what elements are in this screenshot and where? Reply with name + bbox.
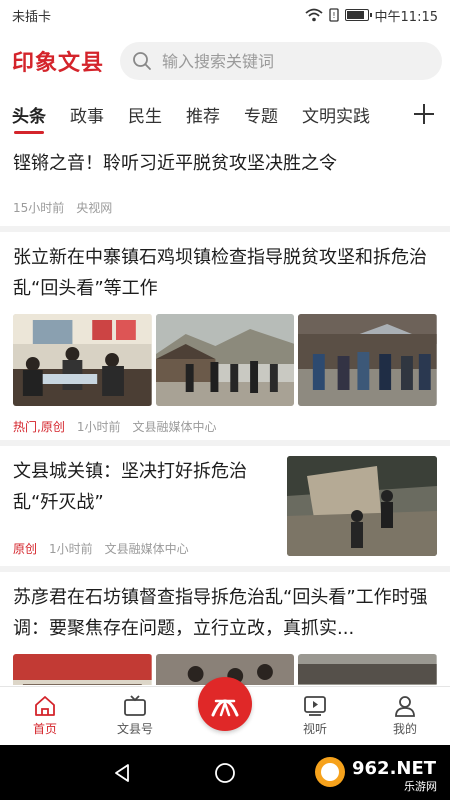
news-photo: [13, 314, 152, 406]
battery-icon: [344, 9, 372, 21]
nav-mine[interactable]: 我的: [360, 687, 450, 744]
video-icon: [304, 696, 326, 716]
nav-label: 文县号: [116, 722, 153, 736]
watermark-logo: 962.NET 乐游网: [312, 752, 444, 794]
news-source: 文县融媒体中心: [104, 542, 189, 556]
app-logo: 印象文县: [12, 50, 105, 76]
news-tag: 热门,原创: [13, 420, 65, 434]
news-item[interactable]: 铿锵之音！聆听习近平脱贫攻坚决胜之令 15小时前 央视网: [0, 140, 450, 232]
wifi-icon: [304, 8, 323, 22]
news-item[interactable]: 文县城关镇：坚决打好拆危治乱“歼灭战” 原创 1小时前 文县融媒体中心: [0, 446, 450, 572]
tab-toutiao[interactable]: 头条: [12, 92, 46, 136]
tab-minsheng[interactable]: 民生: [128, 92, 162, 136]
nav-center[interactable]: [180, 677, 270, 744]
user-icon: [395, 696, 415, 717]
news-thumbnail: [287, 456, 437, 556]
tab-zhuanti[interactable]: 专题: [244, 92, 278, 136]
tab-wenming-shijian[interactable]: 文明实践: [302, 92, 370, 136]
svg-text:!: !: [332, 11, 335, 20]
news-source: 央视网: [76, 201, 113, 215]
nav-label: 我的: [392, 722, 417, 736]
news-photo: [298, 314, 438, 406]
channel-tabs: 头条 政事 民生 推荐 专题 文明实践: [0, 92, 450, 136]
back-icon[interactable]: [111, 762, 133, 784]
news-title: 张立新在中寨镇石鸡坝镇检查指导脱贫攻坚和拆危治乱“回头看”等工作: [13, 247, 427, 299]
news-meta: 热门,原创 1小时前 文县融媒体中心: [13, 418, 437, 435]
watermark-main: 962.NET: [352, 758, 437, 779]
search-input[interactable]: [162, 51, 383, 71]
tab-zhengshi[interactable]: 政事: [70, 92, 104, 136]
news-photo: [13, 654, 152, 685]
app-center-button[interactable]: [198, 677, 252, 731]
news-item[interactable]: 张立新在中寨镇石鸡坝镇检查指导脱贫攻坚和拆危治乱“回头看”等工作 热门,原创 1…: [0, 232, 450, 446]
news-meta: 原创 1小时前 文县融媒体中心: [13, 540, 275, 557]
news-title: 文县城关镇：坚决打好拆危治乱“歼灭战”: [13, 461, 247, 513]
clock: 中午11:15: [374, 9, 438, 25]
news-tag: 原创: [13, 542, 38, 556]
tab-tuijian[interactable]: 推荐: [186, 92, 220, 136]
news-source: 文县融媒体中心: [132, 420, 217, 434]
news-time: 15小时前: [13, 201, 65, 215]
search-bar[interactable]: [120, 42, 442, 80]
no-sim-icon: !: [328, 8, 339, 22]
news-photo: [155, 314, 295, 406]
home-icon: [35, 696, 55, 716]
nav-home[interactable]: 首页: [0, 687, 90, 744]
status-bar: 未插卡 ! 中午11:15: [0, 0, 450, 30]
carrier-label: 未插卡: [12, 9, 52, 25]
app-logo-icon: [211, 699, 239, 717]
news-title: 苏彦君在石坊镇督查指导拆危治乱“回头看”工作时强调：要聚焦存在问题，立行立改，真…: [13, 587, 428, 639]
add-channel-button[interactable]: [404, 94, 444, 134]
nav-wenxianhao[interactable]: 文县号: [90, 687, 180, 744]
news-time: 1小时前: [49, 542, 93, 556]
plus-icon: [414, 104, 434, 124]
nav-label: 首页: [32, 722, 57, 736]
bottom-nav: 首页 文县号 视听 我的: [0, 677, 450, 744]
news-time: 1小时前: [76, 420, 121, 434]
news-title: 铿锵之音！聆听习近平脱贫攻坚决胜之令: [13, 153, 337, 174]
app-header: 印象文县: [0, 38, 450, 84]
news-feed: 铿锵之音！聆听习近平脱贫攻坚决胜之令 15小时前 央视网 张立新在中寨镇石鸡坝镇…: [0, 140, 450, 685]
news-meta: 15小时前 央视网: [13, 199, 437, 216]
home-circle-icon[interactable]: [214, 762, 236, 784]
nav-shiting[interactable]: 视听: [270, 687, 360, 744]
tv-icon: [124, 695, 146, 716]
news-item[interactable]: 苏彦君在石坊镇督查指导拆危治乱“回头看”工作时强调：要聚焦存在问题，立行立改，真…: [0, 572, 450, 685]
search-icon: [133, 52, 151, 70]
nav-label: 视听: [302, 722, 327, 736]
watermark-sub: 乐游网: [404, 780, 437, 793]
news-photo: [298, 654, 438, 685]
